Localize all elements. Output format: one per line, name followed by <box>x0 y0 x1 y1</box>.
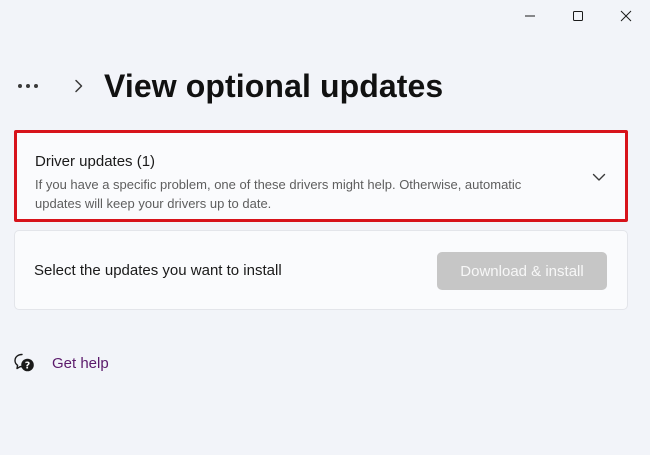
page-title: View optional updates <box>104 67 444 104</box>
more-dots-icon[interactable] <box>18 84 48 88</box>
breadcrumb: View optional updates <box>18 62 443 110</box>
help-chat-icon: ? <box>12 351 36 375</box>
install-updates-card: Select the updates you want to install D… <box>14 230 628 310</box>
minimize-button[interactable] <box>506 0 554 32</box>
close-button[interactable] <box>602 0 650 32</box>
driver-updates-description: If you have a specific problem, one of t… <box>35 177 522 211</box>
driver-updates-title: Driver updates (1) <box>35 153 156 170</box>
maximize-icon <box>573 11 583 21</box>
driver-updates-expander[interactable]: Driver updates (1) If you have a specifi… <box>14 130 628 222</box>
svg-text:?: ? <box>25 361 31 372</box>
download-install-button[interactable]: Download & install <box>437 252 607 290</box>
maximize-button[interactable] <box>554 0 602 32</box>
close-icon <box>620 10 632 22</box>
get-help-link[interactable]: ? Get help <box>12 348 109 378</box>
chevron-down-icon[interactable] <box>591 169 607 185</box>
window-controls <box>506 0 650 32</box>
get-help-label: Get help <box>52 354 109 372</box>
minimize-icon <box>525 15 535 17</box>
chevron-right-icon <box>74 79 84 93</box>
select-updates-label: Select the updates you want to install <box>34 262 282 279</box>
